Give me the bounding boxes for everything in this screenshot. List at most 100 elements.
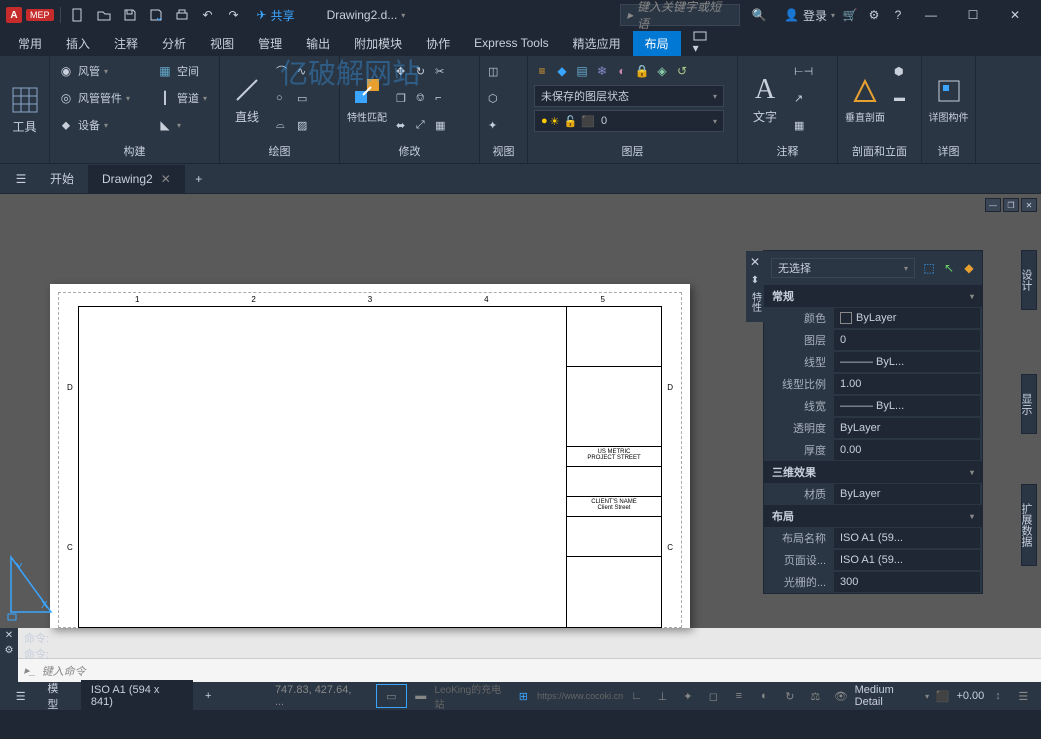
layer-prev-icon[interactable]: ↺ xyxy=(674,63,690,79)
spline-icon[interactable]: ∿ xyxy=(293,58,311,84)
props-section-header[interactable]: 布局▾ xyxy=(764,505,982,527)
hatch-icon[interactable]: ▨ xyxy=(293,112,311,138)
menu-tab-2[interactable]: 注释 xyxy=(102,31,150,56)
annovisibility-icon[interactable]: 👁 xyxy=(829,684,853,708)
annoscale-icon[interactable]: ⚖ xyxy=(804,684,828,708)
menu-tab-0[interactable]: 常用 xyxy=(6,31,54,56)
duct-fitting-button[interactable]: ◎风管管件▾ xyxy=(54,85,151,111)
leader-icon[interactable]: ↗ xyxy=(790,85,817,111)
canvas-area[interactable]: — ❐ ✕ 12345 DC DC US METRICPROJECT STREE… xyxy=(0,194,1041,628)
props-value[interactable]: 300 xyxy=(834,572,980,592)
fillet-icon[interactable]: ⌐ xyxy=(431,85,449,111)
props-value[interactable]: ByLayer xyxy=(834,308,980,328)
polyline-icon[interactable]: ⌒ xyxy=(272,58,291,84)
tools-button[interactable]: 工具 xyxy=(4,58,45,161)
search-input[interactable]: ▸键入关键字或短语 xyxy=(620,4,740,26)
props-value[interactable]: 0 xyxy=(834,330,980,350)
cmd-close-icon[interactable]: ✕ xyxy=(5,630,13,641)
selection-dropdown[interactable]: 无选择▾ xyxy=(771,258,915,278)
panel-close-icon[interactable]: ✕ xyxy=(750,255,760,269)
text-button[interactable]: A 文字 xyxy=(742,58,788,141)
menu-tab-1[interactable]: 插入 xyxy=(54,31,102,56)
layer-off-icon[interactable]: ◐ xyxy=(614,63,630,79)
login-button[interactable]: 👤登录▾ xyxy=(784,7,835,24)
layer-match-icon[interactable]: ◈ xyxy=(654,63,670,79)
tab-start[interactable]: 开始 xyxy=(36,165,88,193)
cycling-icon[interactable]: ↻ xyxy=(778,684,802,708)
cart-icon[interactable]: 🛒 xyxy=(839,4,861,26)
layer-current-dropdown[interactable]: ●☀🔓⬛ 0▾ xyxy=(534,110,724,132)
menu-tab-6[interactable]: 输出 xyxy=(294,31,342,56)
tab-drawing[interactable]: Drawing2✕ xyxy=(88,165,185,193)
minimize-button[interactable]: — xyxy=(911,0,951,30)
help-icon[interactable]: ? xyxy=(887,4,909,26)
toggle-pick-icon[interactable]: ◆ xyxy=(959,258,979,278)
menu-tab-5[interactable]: 管理 xyxy=(246,31,294,56)
section-button[interactable]: 垂直剖面 xyxy=(842,58,888,141)
cmd-config-icon[interactable]: ⚙ xyxy=(5,645,14,656)
arc-icon[interactable]: ⌓ xyxy=(272,112,291,138)
new-icon[interactable] xyxy=(67,4,89,26)
add-layout-button[interactable]: + xyxy=(195,682,222,710)
canvas-minimize-button[interactable]: — xyxy=(985,198,1001,212)
scale-icon[interactable]: ⤢ xyxy=(412,112,429,138)
tab-layout[interactable]: ISO A1 (594 x 841) xyxy=(81,680,193,712)
maximize-button[interactable]: ☐ xyxy=(953,0,993,30)
canvas-restore-button[interactable]: ❐ xyxy=(1003,198,1019,212)
select-similar-icon[interactable]: ↖ xyxy=(939,258,959,278)
copy-icon[interactable]: ❐ xyxy=(392,85,410,111)
polar-icon[interactable]: ✦ xyxy=(676,684,700,708)
replace-z-icon[interactable]: ↕ xyxy=(986,684,1009,708)
panel-pin-icon[interactable]: ⬍ xyxy=(751,275,759,286)
view-3d-icon[interactable]: ⬡ xyxy=(484,85,502,111)
quick-select-icon[interactable]: ⬚ xyxy=(919,258,939,278)
transparency-icon[interactable]: ◐ xyxy=(753,684,777,708)
grid-icon[interactable]: ⊞ xyxy=(512,684,536,708)
customize-icon[interactable]: ☰ xyxy=(1012,684,1035,708)
close-icon[interactable]: ✕ xyxy=(161,172,171,186)
close-button[interactable]: ✕ xyxy=(995,0,1035,30)
props-value[interactable]: ISO A1 (59... xyxy=(834,550,980,570)
side-tab-design[interactable]: 设计 xyxy=(1021,250,1037,310)
layer-state-dropdown[interactable]: 未保存的图层状态▾ xyxy=(534,85,724,107)
view-nav-icon[interactable]: ✦ xyxy=(484,112,502,138)
menu-tab-10[interactable]: 精选应用 xyxy=(561,31,633,56)
props-value[interactable]: 0.00 xyxy=(834,440,980,460)
add-tab-button[interactable]: + xyxy=(185,165,213,193)
redo-icon[interactable]: ↷ xyxy=(223,4,245,26)
osnap-icon[interactable]: ◻ xyxy=(702,684,726,708)
more-build-button[interactable]: ◣▾ xyxy=(153,112,215,138)
table-icon[interactable]: ▦ xyxy=(790,112,817,138)
tabs-menu-button[interactable]: ☰ xyxy=(6,164,36,194)
rotate-icon[interactable]: ↻ xyxy=(412,58,429,84)
sect-line-icon[interactable]: ▬ xyxy=(890,85,909,111)
status-menu-button[interactable]: ☰ xyxy=(6,681,35,711)
layer-props-icon[interactable]: ≡ xyxy=(534,63,550,79)
lineweight-icon[interactable]: ≡ xyxy=(727,684,751,708)
ortho-icon[interactable]: ⊥ xyxy=(651,684,675,708)
detail-level[interactable]: Medium Detail xyxy=(855,684,923,708)
trim-icon[interactable]: ✂ xyxy=(431,58,449,84)
array-icon[interactable]: ▦ xyxy=(431,112,449,138)
side-tab-extdata[interactable]: 扩展数据 xyxy=(1021,484,1037,566)
menu-tab-9[interactable]: Express Tools xyxy=(462,32,560,54)
apps-icon[interactable]: ⚙ xyxy=(863,4,885,26)
canvas-close-button[interactable]: ✕ xyxy=(1021,198,1037,212)
dim-linear-icon[interactable]: ⊢⊣ xyxy=(790,58,817,84)
view-cube-icon[interactable]: ◫ xyxy=(484,58,502,84)
plot-icon[interactable] xyxy=(171,4,193,26)
stretch-icon[interactable]: ⬌ xyxy=(392,112,410,138)
equipment-button[interactable]: ⬥设备▾ xyxy=(54,112,151,138)
cut-plane-icon[interactable]: ⬛ xyxy=(931,684,954,708)
line-button[interactable]: 直线 xyxy=(224,58,270,141)
props-value[interactable]: ——— ByL... xyxy=(834,396,980,416)
menu-tab-4[interactable]: 视图 xyxy=(198,31,246,56)
mirror-icon[interactable]: ⎊ xyxy=(412,85,429,111)
move-icon[interactable]: ✥ xyxy=(392,58,410,84)
open-icon[interactable] xyxy=(93,4,115,26)
menu-tab-8[interactable]: 协作 xyxy=(414,31,462,56)
layer-lock-icon[interactable]: 🔒 xyxy=(634,63,650,79)
match-props-button[interactable]: 特性匹配 xyxy=(344,58,390,141)
circle-icon[interactable]: ○ xyxy=(272,85,291,111)
menu-tab-7[interactable]: 附加模块 xyxy=(342,31,414,56)
